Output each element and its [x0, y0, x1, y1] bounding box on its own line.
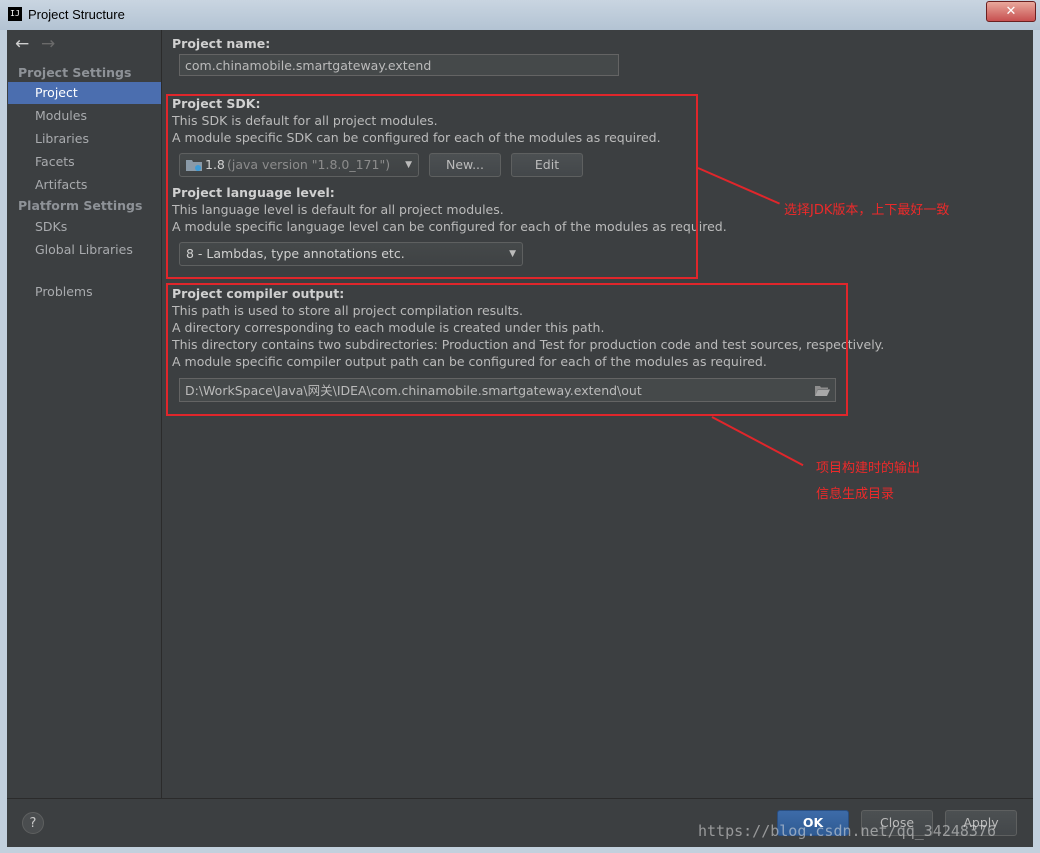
sidebar-item-artifacts[interactable]: Artifacts — [8, 174, 161, 196]
title-bar: IJ Project Structure ✕ — [0, 0, 1040, 30]
output-annotation-box — [166, 283, 848, 416]
sdk-annotation-text: 选择JDK版本，上下最好一致 — [784, 203, 950, 218]
window-title: Project Structure — [28, 7, 125, 22]
sidebar-item-sdks[interactable]: SDKs — [8, 216, 161, 238]
sidebar-item-project[interactable]: Project — [8, 82, 161, 104]
help-button[interactable]: ? — [22, 812, 44, 834]
sidebar-item-modules[interactable]: Modules — [8, 105, 161, 127]
forward-arrow-icon[interactable]: → — [41, 34, 55, 54]
project-settings-header: Project Settings — [18, 65, 132, 80]
intellij-app-icon: IJ — [8, 7, 22, 21]
window-frame-right — [1033, 30, 1040, 853]
sidebar-item-libraries[interactable]: Libraries — [8, 128, 161, 150]
project-name-field[interactable]: com.chinamobile.smartgateway.extend — [179, 54, 619, 76]
window-frame-bottom — [0, 846, 1040, 853]
sidebar-item-problems[interactable]: Problems — [8, 281, 161, 303]
back-arrow-icon[interactable]: ← — [15, 34, 29, 54]
project-name-label: Project name: — [172, 36, 271, 51]
sdk-annotation-box — [166, 94, 698, 279]
sidebar-item-facets[interactable]: Facets — [8, 151, 161, 173]
project-structure-dialog: IJ Project Structure ✕ ← → Project Setti… — [0, 0, 1040, 853]
output-annotation-text-2: 信息生成目录 — [816, 487, 895, 502]
csdn-watermark: https://blog.csdn.net/qq_34248376 — [698, 822, 997, 840]
platform-settings-header: Platform Settings — [18, 198, 143, 213]
settings-sidebar: ← → Project Settings Project Modules Lib… — [7, 30, 162, 798]
sidebar-item-global-libraries[interactable]: Global Libraries — [8, 239, 161, 261]
window-close-button[interactable]: ✕ — [986, 1, 1036, 22]
output-annotation-text-1: 项目构建时的输出 — [816, 461, 921, 476]
window-frame-left — [0, 30, 7, 853]
